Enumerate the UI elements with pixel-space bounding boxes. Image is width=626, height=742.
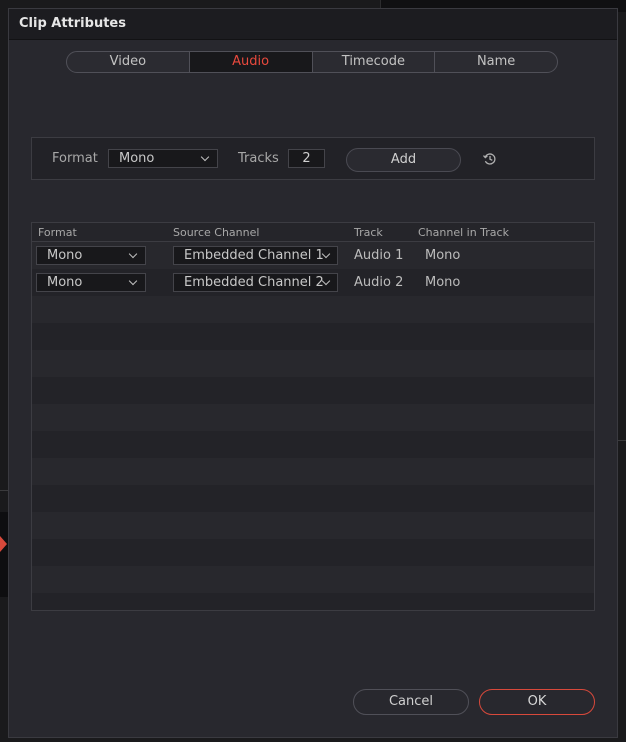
- empty-row: [32, 512, 594, 539]
- cancel-button[interactable]: Cancel: [353, 689, 469, 715]
- empty-row: [32, 593, 594, 610]
- row-format-dropdown[interactable]: Mono: [36, 273, 146, 292]
- source-channel-dropdown[interactable]: Embedded Channel 2: [173, 273, 338, 292]
- format-panel: Format Mono Tracks 2 Add: [31, 137, 595, 180]
- tab-name[interactable]: Name: [435, 52, 557, 72]
- table-rows: Mono Embedded Channel 1 Audio 1 Mono Mon…: [32, 242, 594, 610]
- empty-row: [32, 566, 594, 593]
- tab-timecode[interactable]: Timecode: [313, 52, 436, 72]
- row-format-dropdown[interactable]: Mono: [36, 246, 146, 265]
- header-source-channel: Source Channel: [173, 226, 260, 239]
- tab-audio[interactable]: Audio: [189, 52, 313, 72]
- chevron-down-icon: [128, 276, 138, 286]
- chevron-down-icon: [128, 249, 138, 259]
- empty-row: [32, 539, 594, 566]
- empty-row: [32, 350, 594, 377]
- channel-mapping-table: Format Source Channel Track Channel in T…: [31, 222, 595, 611]
- row-format-value: Mono: [47, 275, 83, 290]
- attribute-tabs: Video Audio Timecode Name: [66, 51, 558, 73]
- empty-row: [32, 404, 594, 431]
- background-divider: [618, 440, 626, 441]
- header-channel-in-track: Channel in Track: [418, 226, 509, 239]
- dialog-title: Clip Attributes: [19, 16, 126, 31]
- source-channel-value: Embedded Channel 2: [184, 275, 324, 290]
- clip-attributes-dialog: Clip Attributes Video Audio Timecode Nam…: [8, 8, 618, 738]
- track-cell: Audio 1: [354, 248, 404, 263]
- tab-video[interactable]: Video: [67, 52, 190, 72]
- table-row: Mono Embedded Channel 1 Audio 1 Mono: [32, 242, 594, 269]
- format-dropdown[interactable]: Mono: [108, 149, 218, 168]
- format-dropdown-value: Mono: [119, 151, 155, 166]
- ok-button[interactable]: OK: [479, 689, 595, 715]
- reset-history-icon[interactable]: [482, 151, 498, 167]
- channel-in-track-cell: Mono: [425, 248, 461, 263]
- empty-row: [32, 458, 594, 485]
- table-header: Format Source Channel Track Channel in T…: [32, 223, 594, 242]
- format-label: Format: [52, 151, 98, 166]
- source-channel-value: Embedded Channel 1: [184, 248, 324, 263]
- channel-in-track-cell: Mono: [425, 275, 461, 290]
- playhead-marker-icon: [0, 536, 7, 552]
- empty-row: [32, 485, 594, 512]
- empty-row: [32, 431, 594, 458]
- tracks-label: Tracks: [238, 151, 279, 166]
- header-track: Track: [354, 226, 383, 239]
- empty-row: [32, 296, 594, 323]
- empty-row: [32, 377, 594, 404]
- track-cell: Audio 2: [354, 275, 404, 290]
- empty-row: [32, 323, 594, 350]
- table-row: Mono Embedded Channel 2 Audio 2 Mono: [32, 269, 594, 296]
- tracks-input[interactable]: 2: [288, 149, 325, 168]
- header-format: Format: [38, 226, 77, 239]
- chevron-down-icon: [200, 152, 210, 162]
- row-format-value: Mono: [47, 248, 83, 263]
- dialog-titlebar: Clip Attributes: [9, 9, 617, 40]
- source-channel-dropdown[interactable]: Embedded Channel 1: [173, 246, 338, 265]
- add-button[interactable]: Add: [346, 148, 461, 172]
